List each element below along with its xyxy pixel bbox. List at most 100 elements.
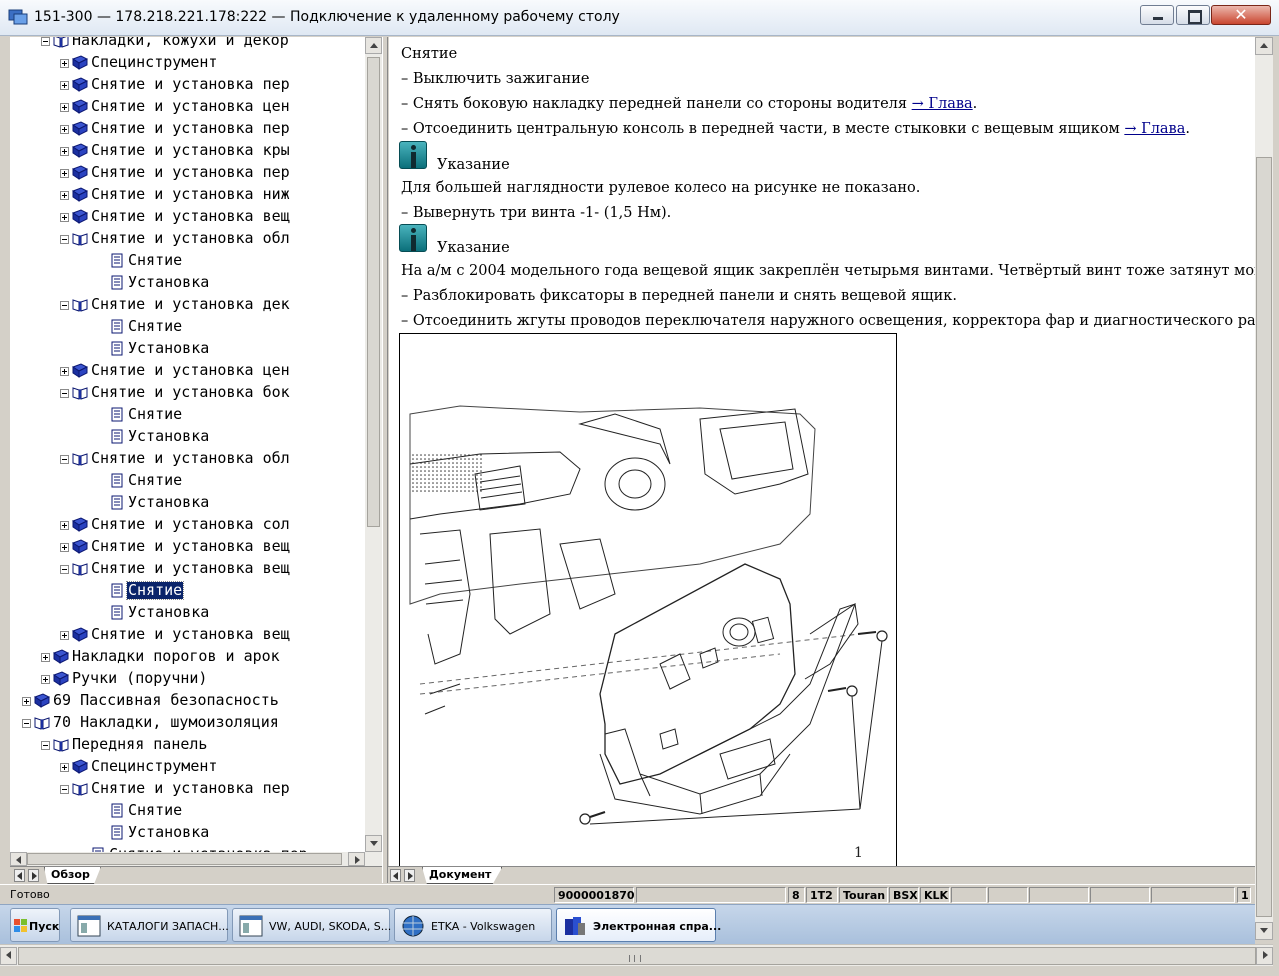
tree-item[interactable]: Снятие и установка сол (10, 514, 365, 536)
tree-item[interactable]: Снятие и установка обл (10, 228, 365, 250)
tree-scroll-thumb[interactable] (367, 57, 380, 527)
tree-item[interactable]: Снятие и установка вещ (10, 536, 365, 558)
tree-item[interactable]: Снятие (10, 404, 365, 426)
collapse-icon[interactable] (41, 741, 50, 750)
tree-item[interactable]: Установка (10, 338, 365, 360)
tree-item[interactable]: Снятие и установка пер (10, 844, 365, 852)
tree-item[interactable]: Установка (10, 822, 365, 844)
tab-prev-icon[interactable] (390, 869, 401, 882)
tree-vertical-scrollbar[interactable] (365, 37, 382, 852)
tree-item[interactable]: Снятие и установка обл (10, 448, 365, 470)
expand-icon[interactable] (60, 81, 69, 90)
tree-item[interactable]: Передняя панель (10, 734, 365, 756)
scroll-up-icon[interactable] (365, 37, 382, 54)
minimize-button[interactable] (1140, 5, 1174, 25)
tree-item[interactable]: Снятие и установка пер (10, 162, 365, 184)
tab-document[interactable]: Документ (422, 867, 503, 884)
tree-item[interactable]: Снятие и установка дек (10, 294, 365, 316)
maximize-button[interactable] (1176, 5, 1210, 25)
pane-splitter[interactable] (382, 37, 388, 883)
expand-icon[interactable] (60, 59, 69, 68)
expand-icon[interactable] (60, 169, 69, 178)
tree-item[interactable]: Снятие и установка цен (10, 96, 365, 118)
expand-icon[interactable] (60, 543, 69, 552)
taskbar-item-etka[interactable]: ETKA - Volkswagen (394, 908, 552, 942)
contents-tree[interactable]: Накладки, кожухи и декор Специнструмент Сн… (10, 37, 365, 852)
collapse-icon[interactable] (60, 785, 69, 794)
tree-item[interactable]: 70 Накладки, шумоизоляция (10, 712, 365, 734)
tree-item[interactable]: Снятие (10, 250, 365, 272)
expand-icon[interactable] (60, 125, 69, 134)
expand-icon[interactable] (60, 521, 69, 530)
scroll-left-icon[interactable] (0, 947, 17, 965)
tree-horizontal-scrollbar[interactable] (10, 852, 382, 866)
tree-item[interactable]: Установка (10, 602, 365, 624)
collapse-icon[interactable] (41, 37, 50, 46)
expand-icon[interactable] (22, 697, 31, 706)
tree-item[interactable]: Снятие и установка вещ (10, 558, 365, 580)
tree-item[interactable]: Установка (10, 492, 365, 514)
expand-icon[interactable] (60, 213, 69, 222)
tree-item[interactable]: Снятие и установка кры (10, 140, 365, 162)
document-vertical-scrollbar[interactable] (1255, 37, 1273, 940)
tree-item[interactable]: Специнструмент (10, 756, 365, 778)
expand-icon[interactable] (60, 367, 69, 376)
tree-item[interactable]: Снятие и установка цен (10, 360, 365, 382)
tree-hscroll-thumb[interactable] (27, 853, 342, 865)
tree-item[interactable]: Накладки, кожухи и декор (10, 37, 365, 52)
tree-item-label: Специнструмент (91, 757, 218, 775)
tree-item-label: Снятие и установка бок (91, 383, 290, 401)
tree-item[interactable]: Снятие и установка пер (10, 118, 365, 140)
tree-item[interactable]: Снятие и установка ниж (10, 184, 365, 206)
tree-item[interactable]: Снятие и установка вещ (10, 206, 365, 228)
tab-next-icon[interactable] (404, 869, 415, 882)
expand-icon[interactable] (60, 103, 69, 112)
chapter-link[interactable]: → Глава (912, 96, 973, 112)
collapse-icon[interactable] (60, 455, 69, 464)
scroll-right-icon[interactable] (348, 852, 365, 866)
collapse-icon[interactable] (60, 389, 69, 398)
taskbar-item-vw-audi[interactable]: VW, AUDI, SKODA, S... (232, 908, 391, 942)
expand-icon[interactable] (60, 763, 69, 772)
scroll-down-icon[interactable] (1255, 922, 1273, 940)
scroll-left-icon[interactable] (10, 852, 27, 866)
tree-item[interactable]: Снятие (10, 470, 365, 492)
tab-next-icon[interactable] (28, 869, 39, 882)
expand-icon[interactable] (41, 653, 50, 662)
tree-item[interactable]: Снятие (10, 580, 365, 602)
tree-item[interactable]: Накладки порогов и арок (10, 646, 365, 668)
tree-item[interactable]: Снятие и установка пер (10, 778, 365, 800)
chapter-link[interactable]: → Глава (1124, 121, 1185, 137)
expand-icon[interactable] (60, 191, 69, 200)
scroll-right-icon[interactable] (1256, 947, 1273, 965)
tree-item[interactable]: 69 Пассивная безопасность (10, 690, 365, 712)
tree-item[interactable]: Снятие и установка вещ (10, 624, 365, 646)
taskbar-item-catalogs[interactable]: КАТАЛОГИ ЗАПАСН... (70, 908, 229, 942)
collapse-icon[interactable] (22, 719, 31, 728)
tree-item[interactable]: Установка (10, 272, 365, 294)
desktop-horizontal-scrollbar[interactable] (0, 944, 1273, 966)
expand-icon[interactable] (41, 675, 50, 684)
expand-icon[interactable] (60, 147, 69, 156)
tree-item[interactable]: Установка (10, 426, 365, 448)
collapse-icon[interactable] (60, 235, 69, 244)
taskbar-item-electronic-reference[interactable]: Электронная спра... (556, 908, 721, 942)
close-button[interactable]: ✕ (1211, 5, 1271, 25)
tree-item[interactable]: Снятие и установка бок (10, 382, 365, 404)
tree-item[interactable]: Ручки (поручни) (10, 668, 365, 690)
tree-item[interactable]: Снятие и установка пер (10, 74, 365, 96)
scroll-up-icon[interactable] (1255, 37, 1273, 55)
scroll-down-icon[interactable] (365, 835, 382, 852)
document-scroll-thumb[interactable] (1256, 157, 1272, 917)
desktop-hscroll-thumb[interactable] (18, 947, 1256, 965)
tab-overview[interactable]: Обзор (44, 867, 101, 884)
expand-icon[interactable] (60, 631, 69, 640)
tree-item[interactable]: Снятие (10, 316, 365, 338)
start-button[interactable]: Пуск (10, 908, 60, 942)
tab-prev-icon[interactable] (14, 869, 25, 882)
title-bar[interactable]: 151-300 — 178.218.221.178:222 — Подключе… (0, 0, 1279, 36)
tree-item[interactable]: Специнструмент (10, 52, 365, 74)
collapse-icon[interactable] (60, 301, 69, 310)
collapse-icon[interactable] (60, 565, 69, 574)
tree-item[interactable]: Снятие (10, 800, 365, 822)
